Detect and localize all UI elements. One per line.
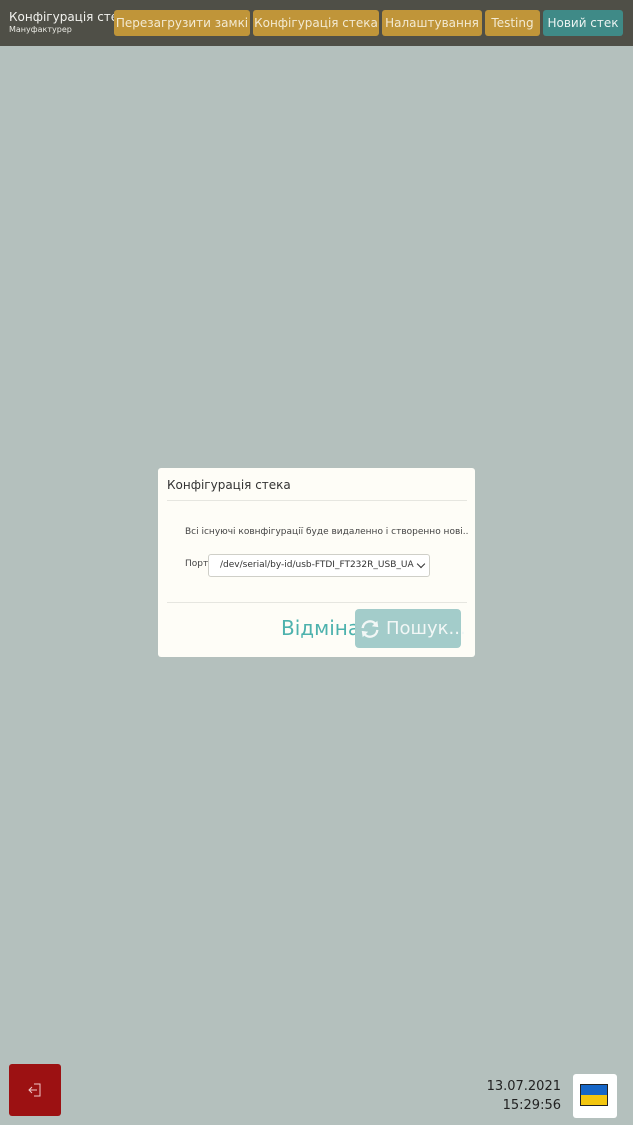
- time-text: 15:29:56: [502, 1098, 561, 1113]
- divider: [167, 602, 467, 603]
- page-title: Конфігурація стека: [9, 10, 119, 24]
- port-label: Порт: [185, 559, 209, 569]
- chevron-down-icon: [416, 559, 426, 569]
- date-text: 13.07.2021: [486, 1079, 561, 1094]
- stack-config-button[interactable]: Конфігурація стека: [253, 10, 379, 36]
- search-button-label: Пошук...: [386, 618, 466, 639]
- search-button[interactable]: Пошук...: [355, 609, 466, 648]
- language-button[interactable]: [573, 1074, 617, 1118]
- testing-button[interactable]: Testing: [485, 10, 540, 36]
- refresh-icon: [361, 620, 379, 638]
- reload-locks-button[interactable]: Перезагрузити замкі: [114, 10, 250, 36]
- title-block: Конфігурація стека Мануфактурер: [9, 9, 119, 35]
- ukraine-flag-icon: [580, 1084, 608, 1106]
- dialog-title: Конфігурація стека: [167, 478, 291, 492]
- datetime: 13.07.2021 15:29:56: [487, 1077, 561, 1115]
- divider: [167, 500, 467, 501]
- port-select-value: /dev/serial/by-id/usb-FTDI_FT232R_USB_UA: [220, 560, 414, 570]
- cancel-button[interactable]: Відміна: [281, 616, 360, 640]
- stack-config-dialog: Конфігурація стека Всі існуючі ковнфігур…: [158, 468, 475, 657]
- page-subtitle: Мануфактурер: [9, 25, 72, 34]
- port-select[interactable]: /dev/serial/by-id/usb-FTDI_FT232R_USB_UA: [208, 554, 430, 577]
- logout-button[interactable]: [9, 1064, 61, 1116]
- top-bar: Конфігурація стека Мануфактурер Перезагр…: [0, 0, 633, 46]
- logout-icon: [28, 1083, 41, 1097]
- settings-button[interactable]: Налаштування: [382, 10, 482, 36]
- dialog-message: Всі існуючі ковнфігурації буде видаленно…: [185, 527, 469, 537]
- new-stack-button[interactable]: Новий стек: [543, 10, 623, 36]
